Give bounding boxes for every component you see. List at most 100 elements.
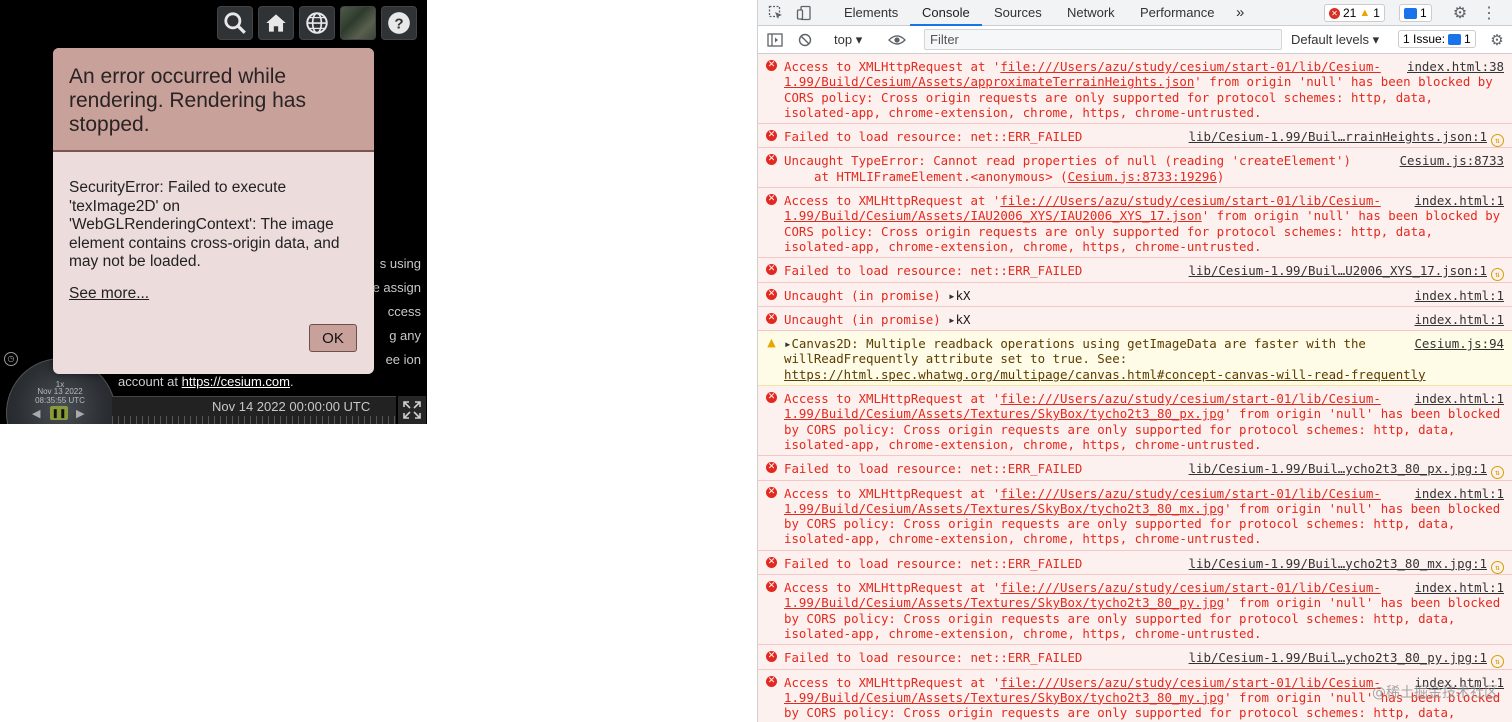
warning-count: 1 — [1373, 6, 1380, 20]
console-toolbar: top ▾ Default levels ▾ 1 Issue: 1 ⚙ — [758, 26, 1512, 54]
eye-icon[interactable] — [888, 31, 906, 49]
credit-prefix: account at — [118, 374, 182, 389]
message-text: Failed to load resource: net::ERR_FAILED — [784, 461, 1083, 477]
message-text: Access to XMLHttpRequest at ' — [784, 580, 1001, 596]
credit-fragment: g any — [389, 328, 421, 343]
source-link[interactable]: lib/Cesium-1.99/Buil…ycho2t3_80_mx.jpg:1… — [1189, 556, 1504, 574]
console-error-row: ✕ index.html:1 Access to XMLHttpRequest … — [758, 575, 1512, 646]
base-layer-picker-button[interactable] — [340, 6, 376, 40]
reverse-icon[interactable]: ◀ — [32, 407, 40, 420]
fullscreen-button[interactable] — [398, 396, 426, 424]
animation-date: Nov 13 2022 — [37, 387, 83, 396]
fullscreen-icon — [403, 401, 421, 419]
clear-console-icon[interactable] — [796, 31, 814, 49]
source-link[interactable]: Cesium.js:94 — [1414, 336, 1504, 351]
pause-icon[interactable]: ❚❚ — [50, 406, 68, 420]
expand-triangle-icon[interactable]: ▸ — [948, 312, 955, 327]
more-options-icon[interactable]: ⋮ — [1480, 4, 1498, 22]
home-button[interactable] — [258, 6, 294, 40]
tab-console[interactable]: Console — [910, 0, 982, 26]
console-messages[interactable]: ✕ index.html:38 Access to XMLHttpRequest… — [758, 54, 1512, 722]
clock-icon[interactable]: ◷ — [4, 352, 18, 366]
error-icon: ✕ — [766, 154, 777, 166]
timeline[interactable]: Nov 14 2022 00:00:00 UTC — [112, 396, 396, 424]
object-preview[interactable]: kX — [956, 312, 971, 327]
source-link[interactable]: index.html:1 — [1414, 486, 1504, 501]
issue-icon — [1448, 33, 1462, 45]
ok-button[interactable]: OK — [309, 324, 357, 352]
source-link[interactable]: index.html:1 — [1414, 580, 1504, 595]
gear-icon[interactable]: ⚙ — [1451, 4, 1469, 22]
tab-performance[interactable]: Performance — [1140, 0, 1214, 26]
source-link[interactable]: lib/Cesium-1.99/Buil…rrainHeights.json:1… — [1188, 129, 1504, 148]
sidebar-toggle-icon[interactable] — [766, 31, 784, 49]
console-error-row: ✕ index.html:38 Access to XMLHttpRequest… — [758, 54, 1512, 125]
help-button[interactable]: ? — [381, 6, 417, 40]
source-text: lib/Cesium-1.99/Buil…rrainHeights.json:1 — [1188, 129, 1487, 145]
source-link[interactable]: Cesium.js:8733 — [1400, 153, 1504, 168]
search-button[interactable] — [217, 6, 253, 40]
network-icon[interactable]: ⇅ — [1491, 655, 1504, 669]
play-icon[interactable]: ▶ — [76, 407, 84, 420]
log-levels-dropdown[interactable]: Default levels ▾ — [1291, 27, 1379, 53]
error-icon: ✕ — [766, 581, 777, 593]
url-link[interactable]: https://html.spec.whatwg.org/multipage/c… — [784, 367, 1426, 382]
issues-button[interactable]: 1 Issue: 1 — [1398, 30, 1476, 48]
console-error-row: ✕ index.html:1 Access to XMLHttpRequest … — [758, 386, 1512, 457]
network-icon[interactable]: ⇅ — [1491, 466, 1504, 480]
console-warning-row: ▲ Cesium.js:94 ▸Canvas2D: Multiple readb… — [758, 331, 1512, 387]
more-tabs-button[interactable]: » — [1236, 0, 1244, 26]
error-message: SecurityError: Failed to execute 'texIma… — [69, 179, 340, 270]
message-text: Access to XMLHttpRequest at ' — [784, 674, 1001, 690]
cesium-link[interactable]: https://cesium.com — [182, 374, 290, 389]
source-link[interactable]: index.html:1 — [1414, 312, 1504, 327]
source-link[interactable]: index.html:38 — [1407, 59, 1504, 74]
tab-network[interactable]: Network — [1067, 0, 1115, 26]
tab-elements[interactable]: Elements — [844, 0, 898, 26]
object-preview[interactable]: kX — [956, 288, 971, 303]
console-error-row: ✕ lib/Cesium-1.99/Buil…U2006_XYS_17.json… — [758, 258, 1512, 283]
error-icon: ✕ — [766, 264, 777, 276]
scene-mode-button[interactable] — [299, 6, 335, 40]
error-warning-counter[interactable]: ✕ 21 ▲ 1 — [1324, 4, 1385, 22]
credit-suffix: . — [289, 374, 294, 389]
source-link[interactable]: index.html:1 — [1414, 391, 1504, 406]
console-error-row: ✕ index.html:1 Uncaught (in promise) ▸kX — [758, 306, 1512, 332]
source-link[interactable]: lib/Cesium-1.99/Buil…U2006_XYS_17.json:1… — [1188, 263, 1504, 282]
context-selector[interactable]: top ▾ — [834, 27, 862, 53]
tab-sources[interactable]: Sources — [994, 0, 1042, 26]
source-text: lib/Cesium-1.99/Buil…ycho2t3_80_py.jpg:1 — [1188, 650, 1487, 666]
source-link[interactable]: index.html:1 — [1414, 193, 1504, 208]
filter-input[interactable] — [924, 29, 1282, 50]
source-link[interactable]: index.html:1 — [1414, 288, 1504, 303]
message-count: 1 — [1420, 6, 1427, 20]
error-icon: ✕ — [766, 288, 777, 300]
message-text: Failed to load resource: net::ERR_FAILED — [784, 555, 1083, 571]
log-levels-value: Default levels — [1291, 32, 1370, 47]
network-icon[interactable]: ⇅ — [1491, 268, 1504, 282]
source-link[interactable]: lib/Cesium-1.99/Buil…ycho2t3_80_py.jpg:1… — [1188, 650, 1504, 669]
timeline-ticks — [112, 416, 396, 424]
search-icon — [224, 12, 246, 34]
message-text: Access to XMLHttpRequest at ' — [784, 59, 1001, 74]
network-icon[interactable]: ⇅ — [1491, 134, 1504, 148]
messages-counter[interactable]: 1 — [1399, 4, 1432, 22]
source-text: lib/Cesium-1.99/Buil…U2006_XYS_17.json:1 — [1188, 263, 1487, 279]
cesium-viewer[interactable]: ? s using e assign ccess g any ee ion ac… — [0, 0, 427, 424]
source-link[interactable]: lib/Cesium-1.99/Buil…ycho2t3_80_px.jpg:1… — [1189, 461, 1504, 480]
message-text: Failed to load resource: net::ERR_FAILED — [784, 650, 1083, 666]
stack-link[interactable]: Cesium.js:8733:19296 — [1068, 169, 1217, 184]
expand-triangle-icon[interactable]: ▸ — [948, 288, 955, 303]
network-icon[interactable]: ⇅ — [1491, 560, 1504, 574]
console-error-row: ✕ index.html:1 Uncaught (in promise) ▸kX — [758, 282, 1512, 307]
inspect-element-icon[interactable] — [767, 4, 785, 22]
watermark: @稀土掘金技术社区 — [1372, 685, 1498, 701]
console-error-row: ✕ lib/Cesium-1.99/Buil…ycho2t3_80_mx.jpg… — [758, 550, 1512, 576]
error-icon: ✕ — [766, 556, 777, 568]
devtools-panel: Elements Console Sources Network Perform… — [757, 0, 1512, 722]
see-more-link[interactable]: See more... — [69, 285, 149, 303]
gear-icon[interactable]: ⚙ — [1488, 31, 1506, 49]
message-text: Failed to load resource: net::ERR_FAILED — [784, 263, 1083, 279]
message-text: Access to XMLHttpRequest at ' — [784, 391, 1001, 407]
device-toolbar-icon[interactable] — [795, 4, 813, 22]
